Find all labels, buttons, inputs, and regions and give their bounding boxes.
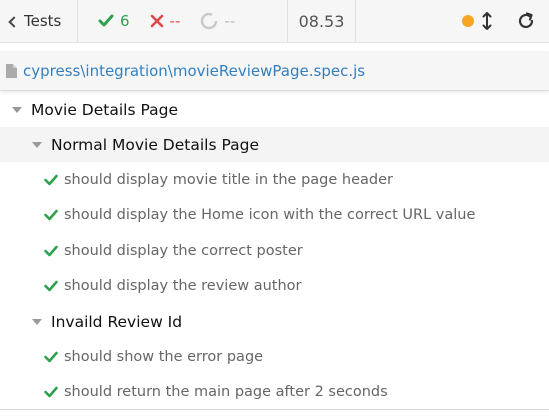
caret-down-icon	[32, 318, 42, 325]
tests-label: Tests	[24, 12, 62, 30]
test-row[interactable]: should return the main page after 2 seco…	[0, 375, 549, 411]
test-title: should display the review author	[64, 278, 302, 295]
suite-normal-movie-details-page[interactable]: Normal Movie Details Page	[0, 127, 549, 162]
x-icon	[150, 14, 163, 28]
reload-button[interactable]	[503, 0, 549, 42]
tests-back-button[interactable]: Tests	[0, 0, 78, 42]
suite-invalid-review-id[interactable]: Invaild Review Id	[0, 304, 549, 339]
passed-count: 6	[120, 12, 130, 30]
test-title: should show the error page	[64, 348, 264, 365]
suite-title: Movie Details Page	[31, 100, 178, 119]
check-icon	[44, 351, 58, 363]
chevron-left-icon	[8, 15, 20, 28]
pending-count: --	[224, 12, 236, 30]
passed-stat[interactable]: 6	[98, 12, 130, 30]
test-row[interactable]: should display the Home icon with the co…	[0, 198, 549, 234]
test-tree: Movie Details Page Normal Movie Details …	[0, 92, 549, 410]
check-icon	[44, 386, 58, 398]
duration-display: 08.53	[288, 0, 356, 42]
test-title: should return the main page after 2 seco…	[64, 384, 388, 401]
suite-title: Invaild Review Id	[51, 312, 183, 331]
run-status-indicator[interactable]	[451, 0, 503, 42]
test-title: should display the correct poster	[64, 242, 303, 259]
circle-icon	[201, 12, 218, 30]
test-row[interactable]: should display movie title in the page h…	[0, 162, 549, 198]
check-icon	[44, 174, 58, 186]
suite-title: Normal Movie Details Page	[51, 135, 259, 154]
reload-icon	[518, 12, 534, 29]
check-icon	[44, 245, 58, 257]
failed-stat[interactable]: --	[150, 12, 181, 30]
failed-count: --	[169, 12, 181, 30]
suite-movie-details-page[interactable]: Movie Details Page	[0, 92, 549, 127]
stats-bar: 6 -- --	[78, 0, 288, 42]
check-icon	[98, 14, 114, 27]
caret-down-icon	[32, 141, 42, 148]
spec-file-link[interactable]: cypress\integration\movieReviewPage.spec…	[23, 62, 365, 80]
check-icon	[44, 209, 58, 221]
test-row[interactable]: should show the error page	[0, 339, 549, 375]
spec-file-bar: cypress\integration\movieReviewPage.spec…	[0, 51, 549, 91]
test-row[interactable]: should display the review author	[0, 269, 549, 305]
test-title: should display movie title in the page h…	[64, 171, 393, 188]
divider	[0, 409, 549, 410]
test-row[interactable]: should display the correct poster	[0, 233, 549, 269]
file-icon	[6, 63, 17, 78]
check-icon	[44, 280, 58, 292]
pending-stat[interactable]: --	[200, 12, 235, 30]
status-dot-icon	[462, 15, 474, 27]
vertical-arrows-icon	[482, 12, 492, 30]
caret-down-icon	[12, 106, 22, 113]
test-title: should display the Home icon with the co…	[64, 207, 476, 224]
reporter-header: Tests 6 -- -- 08.53	[0, 0, 549, 43]
